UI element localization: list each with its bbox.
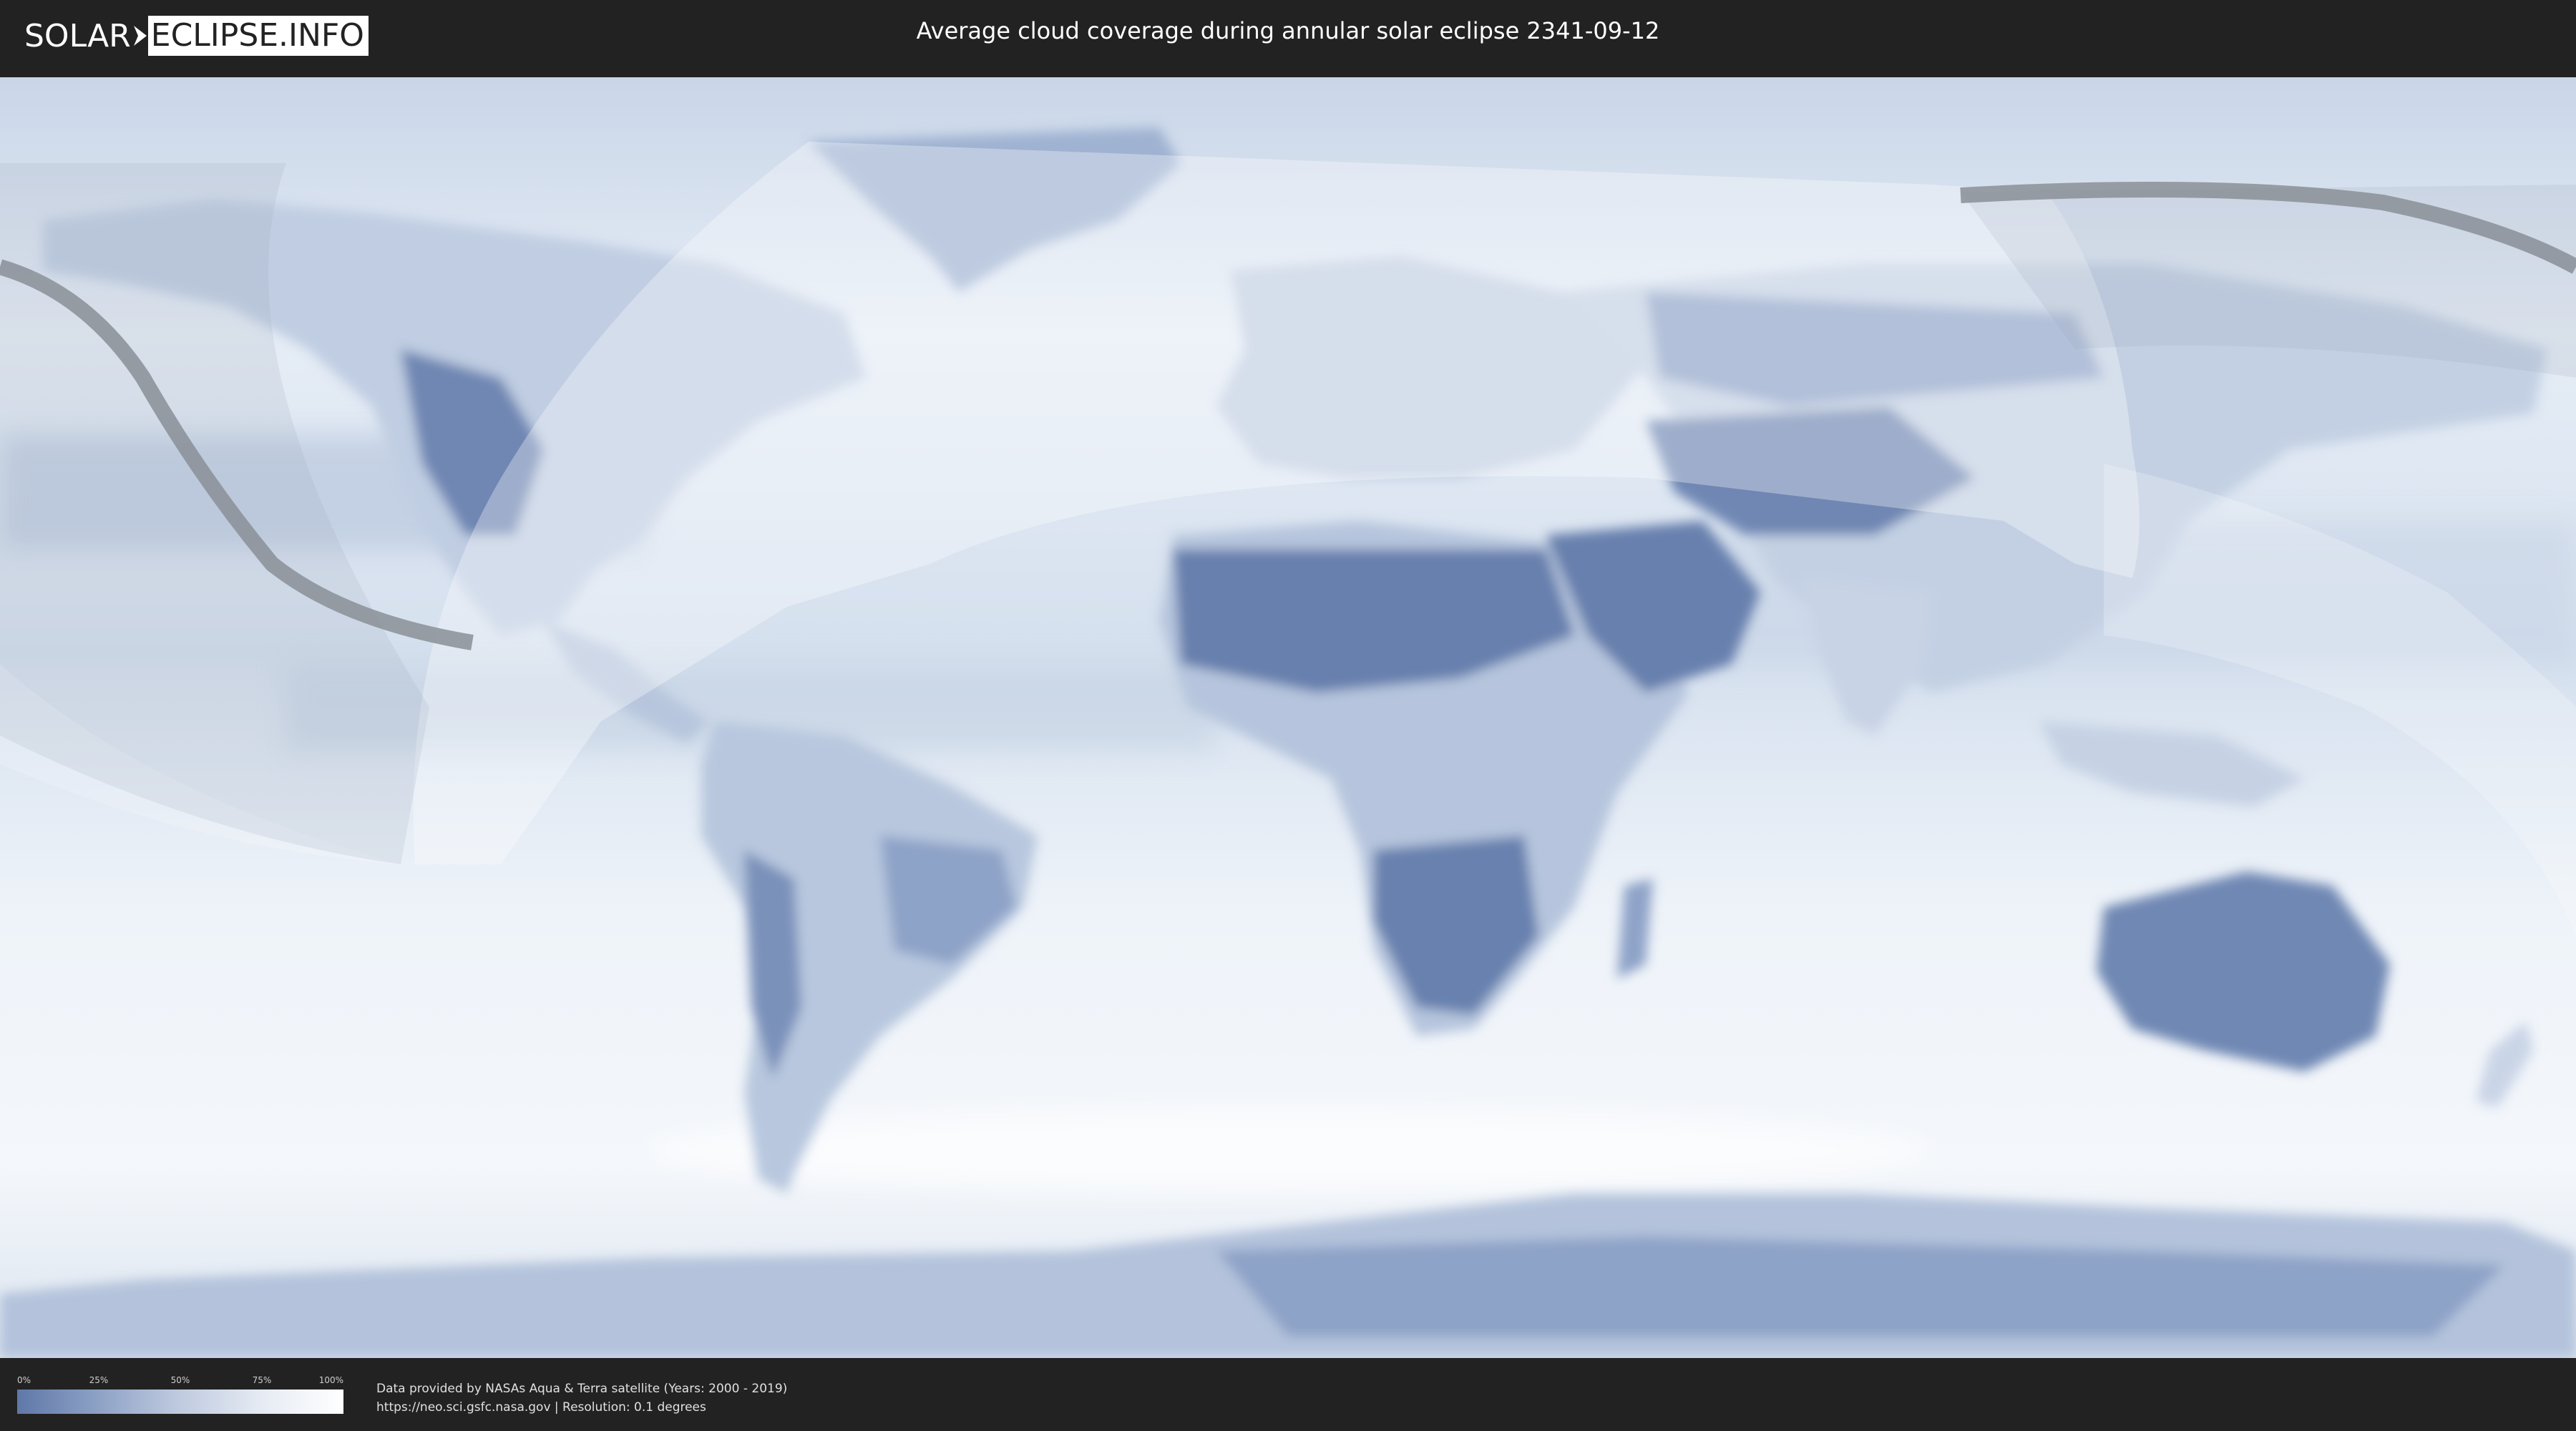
legend-ticks: 0% 25% 50% 75% 100% xyxy=(17,1375,343,1388)
footer: 0% 25% 50% 75% 100% Data provided by NAS… xyxy=(0,1359,2576,1431)
data-credits: Data provided by NASAs Aqua & Terra sate… xyxy=(376,1379,787,1417)
page-title: Average cloud coverage during annular so… xyxy=(916,17,1660,44)
legend-tick-50: 50% xyxy=(170,1375,190,1385)
cloud-coverage-legend: 0% 25% 50% 75% 100% xyxy=(17,1375,343,1417)
legend-tick-0: 0% xyxy=(17,1375,31,1385)
legend-tick-75: 75% xyxy=(252,1375,272,1385)
legend-color-bar xyxy=(17,1390,343,1414)
world-map xyxy=(0,77,2576,1358)
header: SOLAR ECLIPSE.INFO Average cloud coverag… xyxy=(0,0,2576,72)
source-line[interactable]: https://neo.sci.gsfc.nasa.gov | Resoluti… xyxy=(376,1398,787,1417)
legend-tick-100: 100% xyxy=(318,1375,343,1385)
legend-tick-25: 25% xyxy=(89,1375,109,1385)
cloud-coverage-map[interactable] xyxy=(0,77,2576,1358)
credit-line: Data provided by NASAs Aqua & Terra sate… xyxy=(376,1382,788,1396)
